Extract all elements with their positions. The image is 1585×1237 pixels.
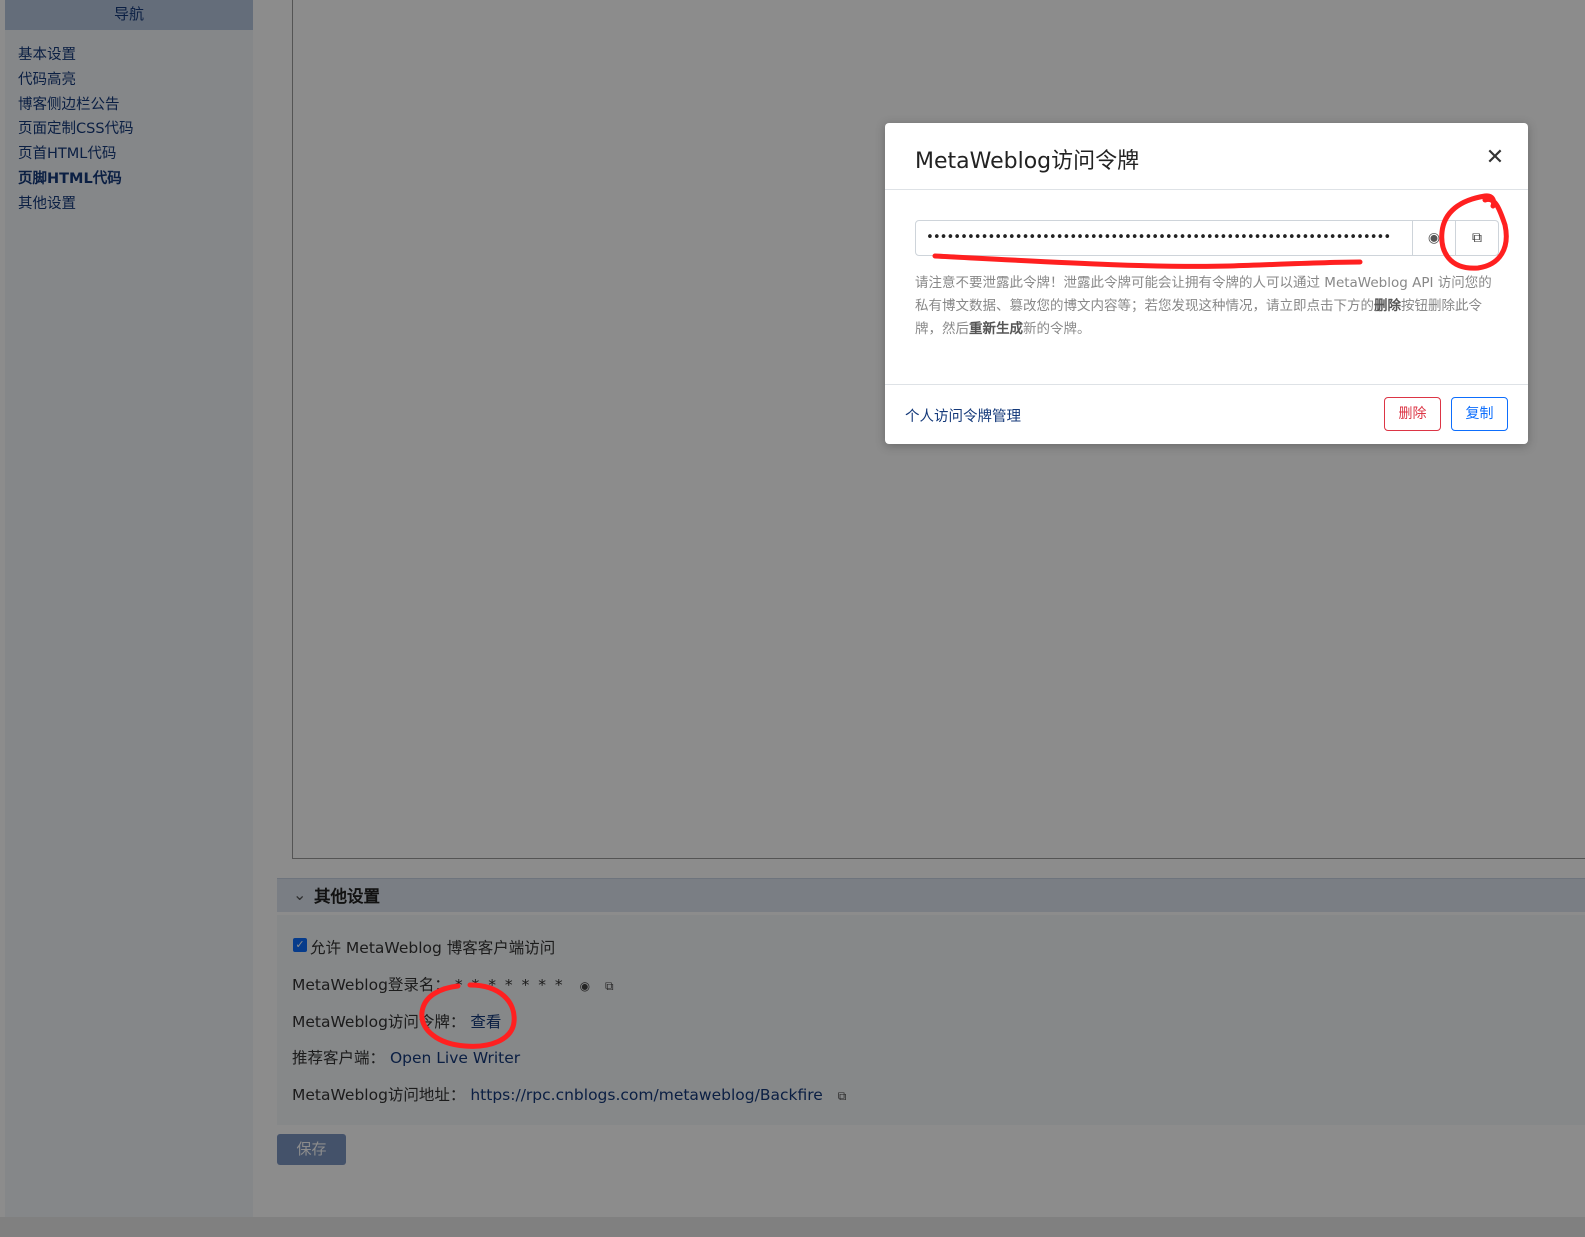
modal-divider bbox=[885, 384, 1528, 385]
close-icon: ✕ bbox=[1485, 145, 1505, 170]
close-button[interactable]: ✕ bbox=[1480, 143, 1510, 173]
modal-title: MetaWeblog访问令牌 bbox=[915, 149, 1140, 174]
token-management-link[interactable]: 个人访问令牌管理 bbox=[905, 405, 1021, 426]
warning-text-part: 新的令牌。 bbox=[1023, 321, 1091, 337]
modal-divider bbox=[885, 189, 1528, 190]
token-modal: MetaWeblog访问令牌 ✕ •••••••••••••••••••••••… bbox=[885, 123, 1528, 444]
warning-bold-regenerate: 重新生成 bbox=[969, 321, 1023, 337]
copy-icon: ⧉ bbox=[1472, 230, 1482, 246]
warning-bold-delete: 删除 bbox=[1374, 298, 1401, 314]
token-warning-text: 请注意不要泄露此令牌！泄露此令牌可能会让拥有令牌的人可以通过 MetaWeblo… bbox=[915, 272, 1500, 341]
delete-button[interactable]: 删除 bbox=[1384, 397, 1441, 431]
copy-button[interactable]: 复制 bbox=[1451, 397, 1508, 431]
token-field[interactable]: ••••••••••••••••••••••••••••••••••••••••… bbox=[915, 220, 1413, 256]
toggle-visibility-button[interactable]: ◉ bbox=[1413, 220, 1456, 256]
copy-token-icon-button[interactable]: ⧉ bbox=[1456, 220, 1499, 256]
eye-icon: ◉ bbox=[1427, 230, 1441, 246]
